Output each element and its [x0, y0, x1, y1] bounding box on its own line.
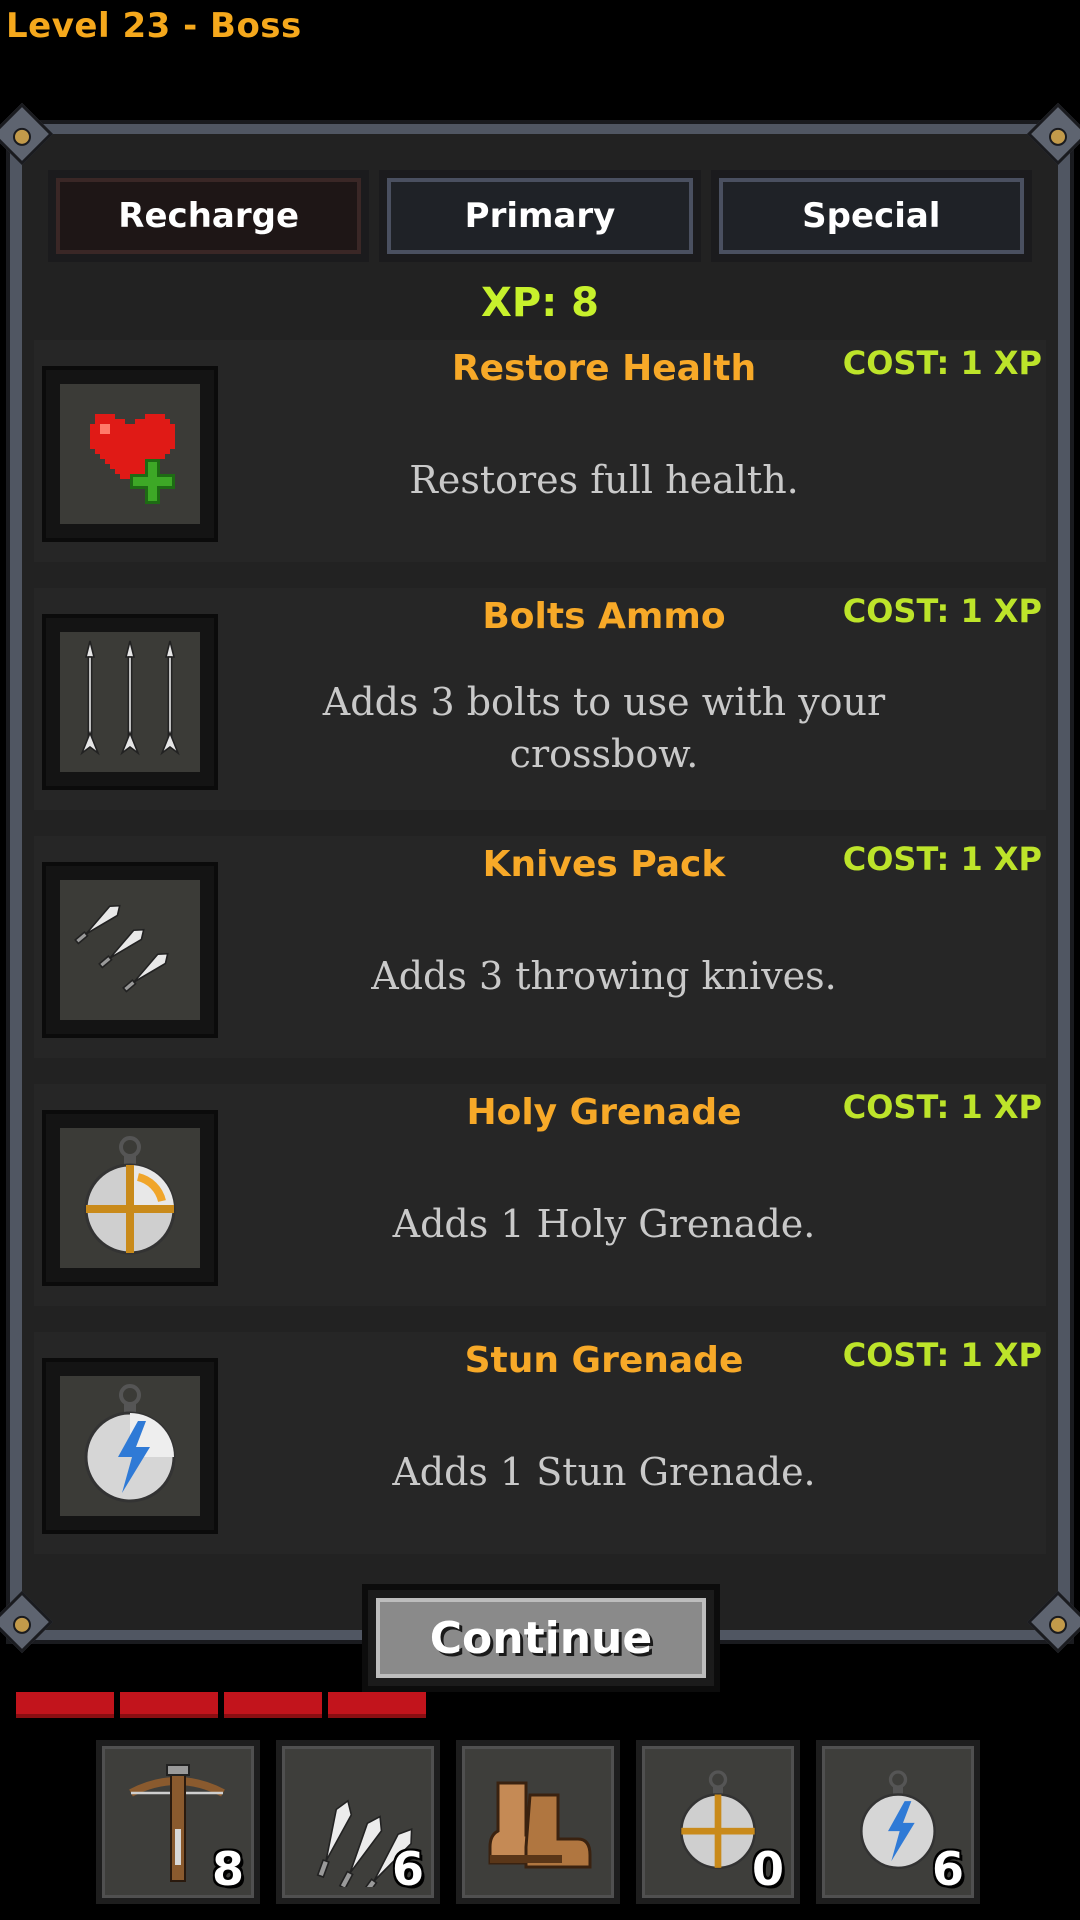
- inventory-slot-crossbow[interactable]: 8: [96, 1740, 260, 1904]
- bolts-icon: [80, 640, 180, 756]
- item-cost: COST: 1 XP: [842, 1088, 1042, 1126]
- item-description: Restores full health.: [409, 458, 799, 502]
- knives-icon: [74, 904, 169, 993]
- inventory-bar: 8 6 0 6: [96, 1740, 980, 1904]
- boots-icon: [488, 1781, 592, 1869]
- inventory-slot-stun-grenade[interactable]: 6: [816, 1740, 980, 1904]
- stun-grenade-icon: [84, 1384, 176, 1503]
- xp-counter: XP: 8: [481, 280, 599, 326]
- list-item-stun-grenade[interactable]: Stun Grenade COST: 1 XP Adds 1 Stun Gren…: [34, 1332, 1046, 1554]
- item-icon-frame: [42, 614, 218, 790]
- item-cost: COST: 1 XP: [842, 344, 1042, 382]
- item-icon-frame: [42, 862, 218, 1038]
- item-count: 6: [391, 1842, 424, 1896]
- tab-bar: Recharge Primary Special: [48, 170, 1032, 268]
- item-cost: COST: 1 XP: [842, 592, 1042, 630]
- tab-special[interactable]: Special: [710, 170, 1032, 262]
- item-cost: COST: 1 XP: [842, 1336, 1042, 1374]
- continue-button[interactable]: Continue: [376, 1598, 706, 1678]
- tab-recharge[interactable]: Recharge: [48, 170, 370, 262]
- health-bar: [16, 1692, 426, 1718]
- item-description: Adds 1 Stun Grenade.: [392, 1450, 816, 1494]
- inventory-slot-boots[interactable]: [456, 1740, 620, 1904]
- health-segment: [120, 1692, 218, 1718]
- list-item-holy-grenade[interactable]: Holy Grenade COST: 1 XP Adds 1 Holy Gren…: [34, 1084, 1046, 1306]
- item-description: Adds 3 bolts to use with your crossbow.: [322, 680, 886, 776]
- item-count: 8: [211, 1842, 244, 1896]
- item-cost: COST: 1 XP: [842, 840, 1042, 878]
- item-icon-frame: [42, 1110, 218, 1286]
- inventory-slot-holy-grenade[interactable]: 0: [636, 1740, 800, 1904]
- level-title: Level 23 - Boss: [6, 6, 302, 46]
- item-icon-frame: [42, 1358, 218, 1534]
- list-item-bolts-ammo[interactable]: Bolts Ammo COST: 1 XP Adds 3 bolts to us…: [34, 588, 1046, 810]
- inventory-slot-knives[interactable]: 6: [276, 1740, 440, 1904]
- item-count: 6: [931, 1842, 964, 1896]
- holy-grenade-icon: [84, 1136, 176, 1255]
- continue-button-frame: Continue: [362, 1584, 720, 1692]
- health-segment: [224, 1692, 322, 1718]
- heart-plus-icon: [90, 414, 175, 504]
- item-count: 0: [751, 1842, 784, 1896]
- list-item-knives-pack[interactable]: Knives Pack COST: 1 XP Adds 3 throwing k…: [34, 836, 1046, 1058]
- health-segment: [16, 1692, 114, 1718]
- list-item-restore-health[interactable]: Restore Health COST: 1 XP Restores full …: [34, 340, 1046, 562]
- item-icon-frame: [42, 366, 218, 542]
- health-segment: [328, 1692, 426, 1718]
- tab-primary[interactable]: Primary: [379, 170, 701, 262]
- item-description: Adds 1 Holy Grenade.: [392, 1202, 816, 1246]
- item-description: Adds 3 throwing knives.: [371, 954, 837, 998]
